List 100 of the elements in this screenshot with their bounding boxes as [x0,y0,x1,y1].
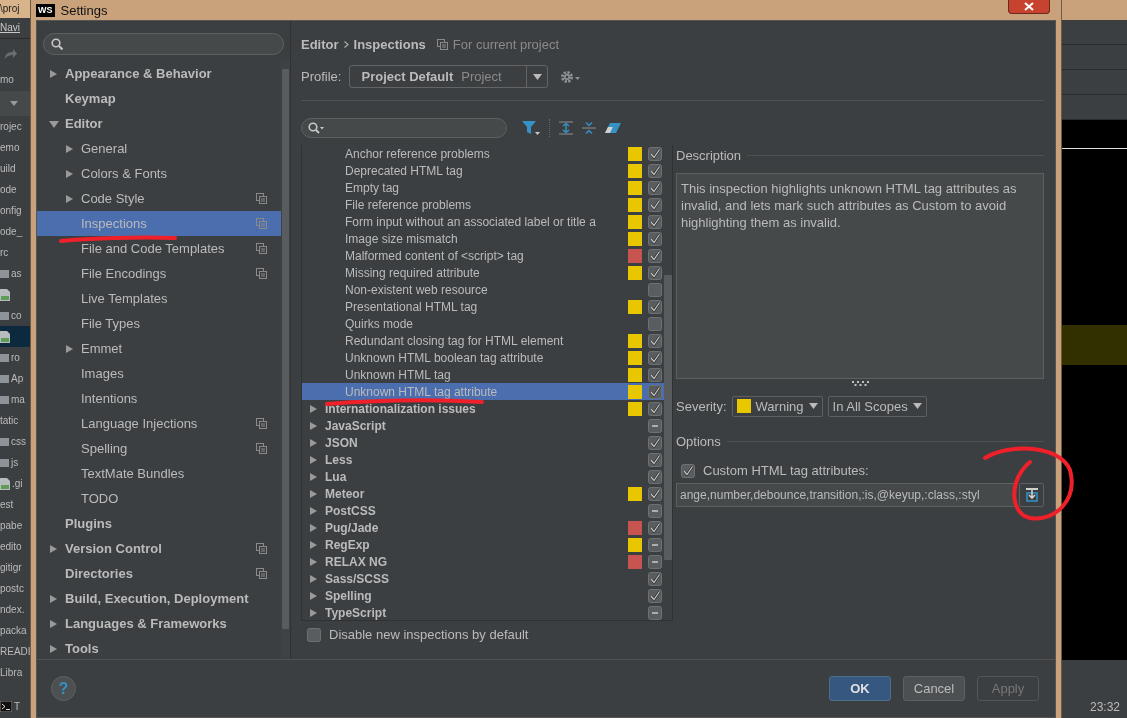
settings-tree-item[interactable]: Colors & Fonts [37,161,281,186]
dropdown[interactable] [0,91,30,116]
checkbox[interactable] [648,163,662,178]
checkbox[interactable] [648,452,662,467]
right-triangle-icon[interactable] [309,590,319,601]
settings-tree-item[interactable]: File and Code Templates [37,236,281,261]
dialog-button[interactable]: OK [829,676,891,701]
checkbox[interactable] [648,265,662,280]
inspection-row[interactable]: Image size mismatch [302,230,664,247]
settings-tree-item[interactable]: File Types [37,311,281,336]
file-name[interactable]: tatic [0,415,19,426]
settings-tree-item[interactable]: Version Control [37,536,281,561]
checkbox[interactable] [648,418,662,433]
severity-dropdown[interactable]: Warning [731,395,823,417]
right-triangle-icon[interactable] [49,643,59,654]
terminal-icon[interactable] [0,700,12,712]
right-triangle-icon[interactable] [49,593,59,604]
filter-icon[interactable] [522,120,540,136]
right-triangle-icon[interactable] [309,539,319,550]
inspection-row[interactable]: RELAX NG [302,553,664,570]
right-triangle-icon[interactable] [309,403,319,414]
inspection-row[interactable]: Non-existent web resource [302,281,664,298]
right-triangle-icon[interactable] [49,68,59,79]
settings-tree-item[interactable]: Spelling [37,436,281,461]
checkbox[interactable] [648,605,662,620]
scrollbar-thumb[interactable] [282,69,289,629]
checkbox[interactable] [648,282,662,297]
splitter-handle-icon[interactable] [851,381,869,386]
file-name[interactable]: READI [0,646,30,657]
search-field[interactable] [301,118,507,138]
right-triangle-icon[interactable] [309,420,319,431]
file-name[interactable]: packa [0,625,27,636]
inspection-row[interactable]: Malformed content of <script> tag [302,247,664,264]
right-triangle-icon[interactable] [309,488,319,499]
checkbox[interactable] [648,571,662,586]
right-triangle-icon[interactable] [309,556,319,567]
settings-tree-item[interactable]: File Encodings [37,261,281,286]
right-triangle-icon[interactable] [309,607,319,618]
file-name[interactable]: as [11,268,22,279]
inspection-row[interactable]: Quirks mode [302,315,664,332]
redo-arrow-icon[interactable] [4,48,18,60]
file-name[interactable]: pabe [0,520,23,531]
settings-tree-item[interactable]: Editor [37,111,281,136]
settings-tree-item[interactable]: Tools [37,636,281,661]
scrollbar-thumb[interactable] [664,275,672,560]
inspection-row[interactable]: Empty tag [302,179,664,196]
caret-icon[interactable] [10,101,18,106]
inspection-row[interactable]: Unknown HTML tag [302,366,664,383]
right-triangle-icon[interactable] [49,543,59,554]
file-name[interactable]: postc [0,583,24,594]
checkbox[interactable] [648,367,662,382]
checkbox[interactable] [648,503,662,518]
inspection-row[interactable]: Less [302,451,664,468]
checkbox[interactable] [648,214,662,229]
inspection-row[interactable]: Anchor reference problems [302,145,664,162]
file-name[interactable]: ndex. [0,604,25,615]
checkbox[interactable] [648,350,662,365]
file-name[interactable]: Ap [11,373,24,384]
inspection-row[interactable]: JavaScript [302,417,664,434]
checkbox[interactable] [648,316,662,331]
settings-tree-item[interactable]: Directories [37,561,281,586]
settings-tree-item[interactable]: Plugins [37,511,281,536]
settings-tree-item[interactable]: Code Style [37,186,281,211]
inspection-row[interactable]: Sass/SCSS [302,570,664,587]
close-button[interactable] [1008,0,1050,14]
file-name[interactable]: est [0,499,14,510]
file-name[interactable]: onfig [0,205,22,216]
inspection-row[interactable]: Spelling [302,587,664,604]
file-name[interactable]: uild [0,163,16,174]
settings-tree-item[interactable]: Images [37,361,281,386]
inspection-row[interactable]: TypeScript [302,604,664,621]
right-triangle-icon[interactable] [309,522,319,533]
input-field[interactable]: ange,number,debounce,transition,:is,@keyup,:class,:styl [676,483,1016,507]
checkbox[interactable] [648,588,662,603]
inspection-row[interactable]: Form input without an associated label or title a [302,213,664,230]
checkbox[interactable] [648,248,662,263]
inspection-row[interactable]: JSON [302,434,664,451]
gear-icon[interactable] [560,69,581,84]
inspection-row[interactable]: Meteor [302,485,664,502]
right-triangle-icon[interactable] [65,168,75,179]
right-triangle-icon[interactable] [49,618,59,629]
right-triangle-icon[interactable] [65,343,75,354]
checkbox[interactable] [648,197,662,212]
settings-tree-item[interactable]: TextMate Bundles [37,461,281,486]
right-triangle-icon[interactable] [309,454,319,465]
dialog-button[interactable]: Cancel [903,676,965,701]
checkbox[interactable] [648,537,662,552]
file-name[interactable]: ma [11,394,25,405]
settings-tree-item[interactable]: Build, Execution, Deployment [37,586,281,611]
file-name[interactable]: .gi [12,478,23,489]
checkbox[interactable] [648,486,662,501]
file-name[interactable]: edito [0,541,22,552]
file-name[interactable]: co [11,310,22,321]
search-field[interactable] [43,33,284,55]
settings-tree-item[interactable]: General [37,136,281,161]
file-name[interactable]: Libra [0,667,23,678]
file-name[interactable]: gitigr [0,562,22,573]
profile-dropdown[interactable]: Project Default Project [349,65,549,88]
settings-tree-item[interactable]: Appearance & Behavior [37,61,281,86]
checkbox[interactable] [648,384,662,399]
